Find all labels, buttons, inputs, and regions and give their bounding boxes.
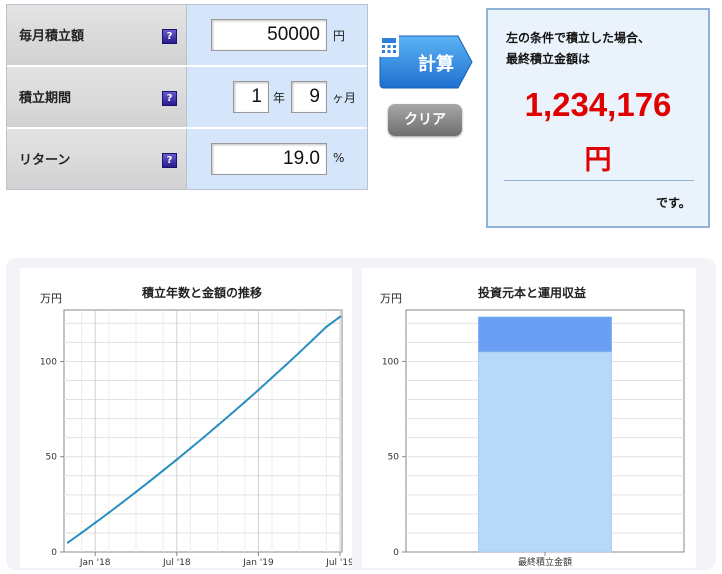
data-point bbox=[257, 388, 260, 392]
return-label: リターン bbox=[19, 153, 71, 168]
data-point bbox=[107, 511, 111, 514]
x-tick-label: Jul '18 bbox=[162, 558, 191, 568]
result-amount: 1,234,176 bbox=[524, 86, 672, 123]
data-point bbox=[148, 480, 151, 483]
data-point bbox=[311, 338, 314, 341]
period-label-cell: 積立期間 ? bbox=[7, 67, 187, 127]
y-tick-label: 50 bbox=[46, 453, 58, 463]
data-point bbox=[121, 501, 124, 504]
return-unit: % bbox=[333, 151, 345, 165]
return-label-cell: リターン ? bbox=[7, 129, 187, 189]
y-tick-label: 0 bbox=[393, 548, 399, 558]
data-point bbox=[202, 435, 206, 439]
monthly-amount-label-cell: 毎月積立額 ? bbox=[7, 5, 187, 65]
bar-segment bbox=[478, 351, 612, 553]
period-row: 積立期間 ? 1 年 9 ヶ月 bbox=[7, 67, 367, 127]
result-desc-line2: 最終積立金額は bbox=[506, 52, 591, 66]
data-point bbox=[243, 400, 246, 404]
x-tick-label: Jul '19 bbox=[325, 558, 352, 568]
result-desc-line1: 左の条件で積立した場合、 bbox=[506, 31, 651, 45]
bar-segment bbox=[478, 316, 612, 353]
period-months-input[interactable]: 9 bbox=[291, 81, 327, 113]
monthly-amount-row: 毎月積立額 ? 50000 円 bbox=[7, 5, 367, 65]
data-point bbox=[175, 458, 178, 461]
data-point bbox=[216, 424, 219, 427]
data-point bbox=[230, 412, 233, 416]
result-divider bbox=[504, 180, 694, 181]
data-point bbox=[338, 315, 342, 319]
return-value-cell: 19.0 % bbox=[187, 129, 367, 189]
bar-chart: 0 50 100 最終積立金額 bbox=[382, 309, 685, 568]
monthly-amount-unit: 円 bbox=[333, 29, 346, 43]
help-icon[interactable]: ? bbox=[162, 153, 177, 168]
monthly-amount-label: 毎月積立額 bbox=[19, 29, 85, 44]
input-form: 毎月積立額 ? 50000 円 積立期間 ? 1 年 9 ヶ月 リターン ? 1… bbox=[6, 4, 368, 190]
return-input[interactable]: 19.0 bbox=[211, 143, 327, 175]
data-point bbox=[298, 351, 301, 354]
y-tick-label: 0 bbox=[51, 548, 57, 558]
help-icon[interactable]: ? bbox=[162, 91, 177, 106]
data-point bbox=[189, 447, 192, 450]
monthly-amount-input[interactable]: 50000 bbox=[211, 19, 327, 51]
period-years-unit: 年 bbox=[273, 91, 286, 105]
period-months-unit: ヶ月 bbox=[332, 91, 357, 105]
y-tick-label: 100 bbox=[382, 357, 399, 367]
x-tick-label: 最終積立金額 bbox=[518, 556, 572, 568]
monthly-amount-value-cell: 50000 円 bbox=[187, 5, 367, 65]
bar-chart-panel: 投資元本と運用収益 万円 0 50 100 最終積立金額 bbox=[362, 268, 696, 568]
result-description: 左の条件で積立した場合、 最終積立金額は bbox=[506, 28, 650, 70]
result-unit: 円 bbox=[584, 145, 612, 176]
data-point bbox=[284, 364, 287, 367]
data-point bbox=[270, 376, 274, 379]
result-suffix: です。 bbox=[656, 196, 691, 210]
period-label: 積立期間 bbox=[19, 91, 72, 106]
data-point bbox=[162, 469, 165, 472]
help-icon[interactable]: ? bbox=[162, 29, 177, 44]
x-tick-label: Jan '19 bbox=[242, 558, 274, 568]
y-tick-label: 50 bbox=[388, 453, 400, 463]
calculate-button-label: 計算 bbox=[418, 54, 454, 75]
data-point bbox=[66, 541, 70, 544]
result-panel: 左の条件で積立した場合、 最終積立金額は 1,234,176 円 です。 bbox=[486, 8, 710, 228]
line-chart: Jan '18 Jul '18 Jan '19 Jul '19 0 50 100 bbox=[40, 309, 352, 568]
data-point bbox=[134, 490, 138, 494]
period-value-cell: 1 年 9 ヶ月 bbox=[187, 67, 367, 127]
y-tick-label: 100 bbox=[40, 357, 57, 367]
data-point bbox=[325, 325, 328, 328]
x-tick-label: Jan '18 bbox=[79, 558, 111, 568]
clear-button[interactable]: クリア bbox=[388, 104, 462, 136]
data-point bbox=[94, 521, 97, 525]
line-chart-panel: 積立年数と金額の推移 万円 Jan '18 Jul '18 Jan '19 Jul '… bbox=[20, 268, 352, 568]
data-point bbox=[80, 531, 83, 534]
return-row: リターン ? 19.0 % bbox=[7, 129, 367, 189]
period-years-input[interactable]: 1 bbox=[233, 81, 269, 113]
calculator-icon bbox=[379, 35, 399, 57]
calculate-button[interactable]: 計算 bbox=[378, 34, 474, 90]
